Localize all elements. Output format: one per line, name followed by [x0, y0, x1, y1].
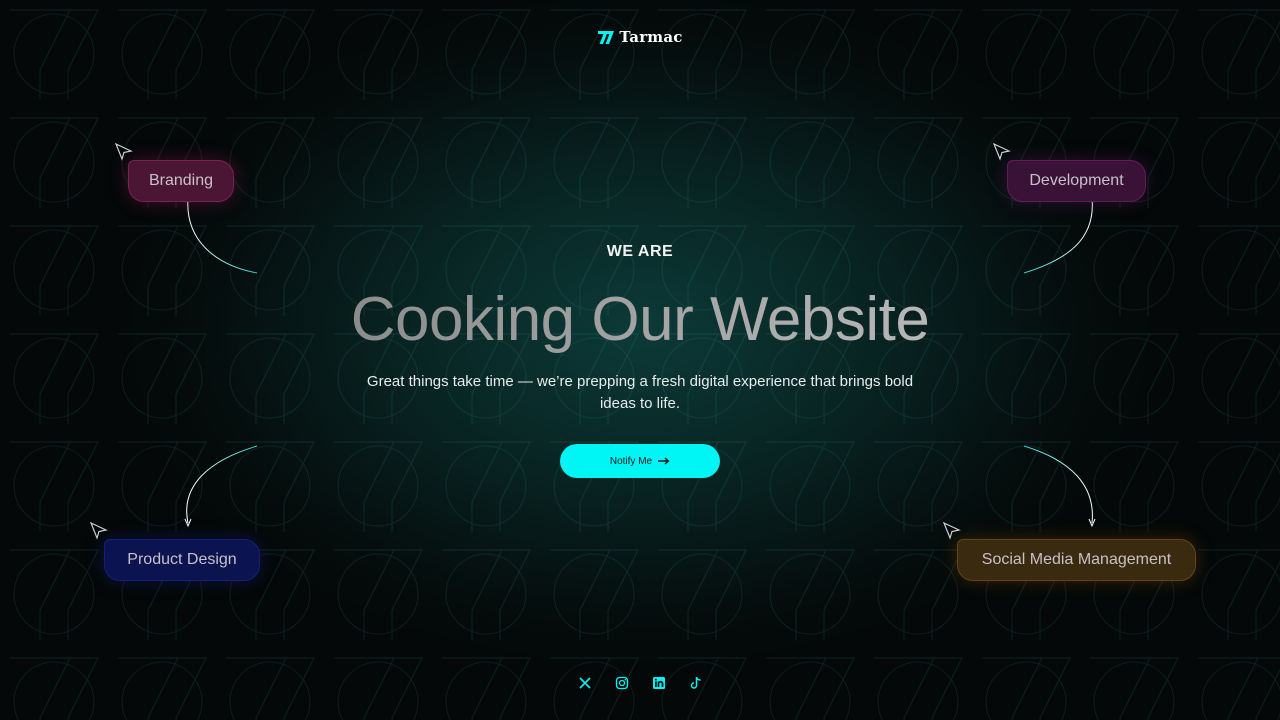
cursor-pointer-icon — [90, 522, 108, 540]
hero-subtitle: Great things take time — we’re prepping … — [366, 373, 914, 412]
tag-product-design: Product Design — [104, 539, 260, 581]
x-icon[interactable] — [578, 676, 592, 690]
background-pattern — [0, 0, 1280, 720]
social-links — [0, 676, 1280, 690]
cursor-pointer-icon — [943, 522, 961, 540]
hero-headline: Cooking Our Website — [0, 282, 1280, 358]
instagram-icon[interactable] — [615, 676, 629, 690]
arrow-right-icon — [658, 457, 670, 465]
notify-me-button[interactable]: Notify Me — [560, 444, 720, 478]
tarmac-logo-icon — [598, 31, 615, 44]
brand-logo[interactable]: Tarmac — [0, 28, 1280, 46]
tag-development: Development — [1007, 160, 1146, 202]
hero-eyebrow: WE ARE — [606, 243, 674, 260]
cursor-pointer-icon — [993, 143, 1011, 161]
tag-branding: Branding — [128, 160, 234, 202]
linkedin-icon[interactable] — [652, 676, 666, 690]
brand-name: Tarmac — [619, 28, 683, 46]
notify-me-label: Notify Me — [609, 455, 653, 467]
cursor-pointer-icon — [115, 143, 133, 161]
tiktok-icon[interactable] — [689, 676, 703, 690]
tag-social-media-management: Social Media Management — [957, 539, 1196, 581]
